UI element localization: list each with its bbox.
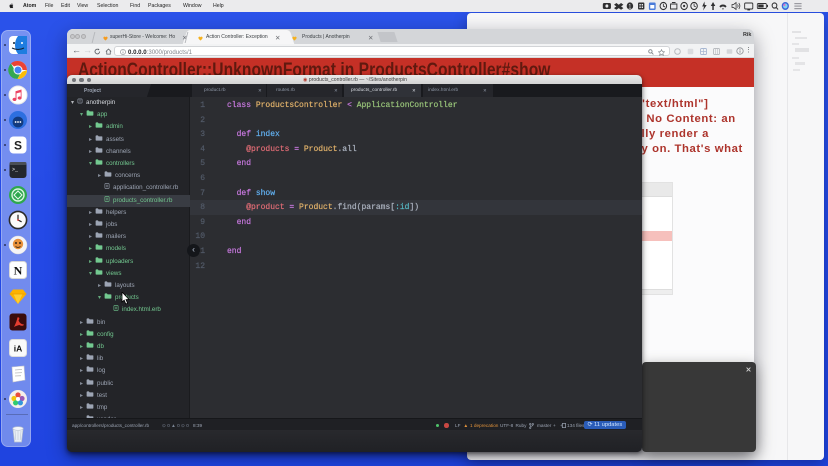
svg-text:>_: >_ <box>12 167 19 173</box>
svg-text:S: S <box>14 139 22 153</box>
svg-text:N: N <box>14 264 23 278</box>
svg-text:iA: iA <box>14 344 23 354</box>
svg-text:1: 1 <box>628 4 631 10</box>
